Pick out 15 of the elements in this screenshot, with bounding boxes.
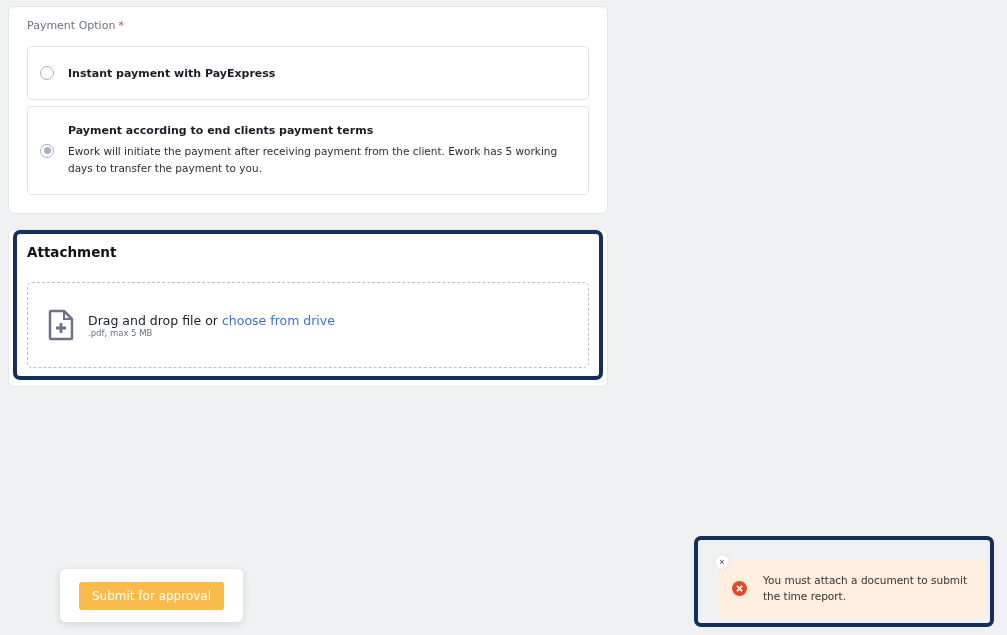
drop-instruction: Drag and drop file or choose from drive: [88, 312, 335, 328]
file-add-icon: [48, 309, 74, 341]
payment-option[interactable]: Payment according to end clients payment terms Ework will initiate the payment after receiving payment from the client. Ework has 5 working days to transfer the payment to you.: [27, 106, 589, 195]
option-title: Payment according to end clients payment terms: [68, 124, 375, 137]
choose-from-drive-link[interactable]: choose from drive: [221, 312, 335, 328]
file-drop-zone[interactable]: Drag and drop file or choose from drive .pdf, max 5 MB: [27, 282, 589, 368]
toast-message: You must attach a document to submit the time report.: [763, 573, 969, 604]
option-description: Ework will initiate the payment after receiving payment from the client. Ework has 5 working days to transfer the payment to you.: [68, 144, 559, 176]
payment-option-label: Payment Option *: [27, 19, 125, 32]
payment-option[interactable]: Instant payment with PayExpress: [27, 46, 589, 100]
file-hint: .pdf, max 5 MB: [88, 327, 153, 338]
attachment-title: Attachment: [27, 244, 118, 260]
error-icon: [732, 580, 747, 596]
option-title: Instant payment with PayExpress: [68, 66, 276, 80]
close-button[interactable]: ×: [715, 555, 729, 569]
